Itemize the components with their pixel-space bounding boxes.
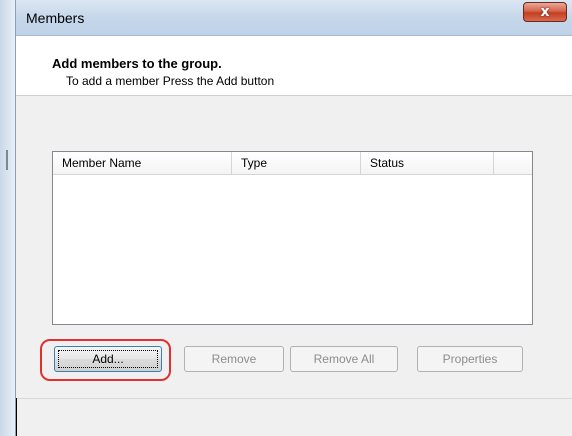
close-button[interactable]: x xyxy=(523,2,567,22)
members-list[interactable]: Member Name Type Status xyxy=(52,151,533,325)
column-header-filler xyxy=(494,152,532,174)
remove-all-button[interactable]: Remove All xyxy=(290,346,398,372)
add-button-label: Add... xyxy=(58,350,158,368)
desktop-mark xyxy=(6,150,8,170)
column-header-member-name[interactable]: Member Name xyxy=(53,152,232,174)
list-header: Member Name Type Status xyxy=(53,152,532,175)
header-title: Add members to the group. xyxy=(52,56,222,71)
remove-button[interactable]: Remove xyxy=(184,346,284,372)
window-title: Members xyxy=(26,10,85,26)
title-bar[interactable]: Members x xyxy=(16,0,572,36)
close-icon: x xyxy=(540,4,550,20)
header-subtitle: To add a member Press the Add button xyxy=(66,74,275,88)
screen: Members x Add members to the group. To a… xyxy=(0,0,572,436)
column-header-type[interactable]: Type xyxy=(232,152,361,174)
bottom-divider xyxy=(16,398,572,399)
button-row: Add... Remove Remove All Properties xyxy=(16,346,572,376)
add-button[interactable]: Add... xyxy=(54,346,162,372)
column-header-status[interactable]: Status xyxy=(361,152,494,174)
desktop-background xyxy=(0,0,15,436)
bottom-left-edge xyxy=(16,398,17,436)
header-panel: Add members to the group. To add a membe… xyxy=(16,36,572,96)
properties-button[interactable]: Properties xyxy=(417,346,523,372)
members-dialog: Members x Add members to the group. To a… xyxy=(15,0,572,436)
